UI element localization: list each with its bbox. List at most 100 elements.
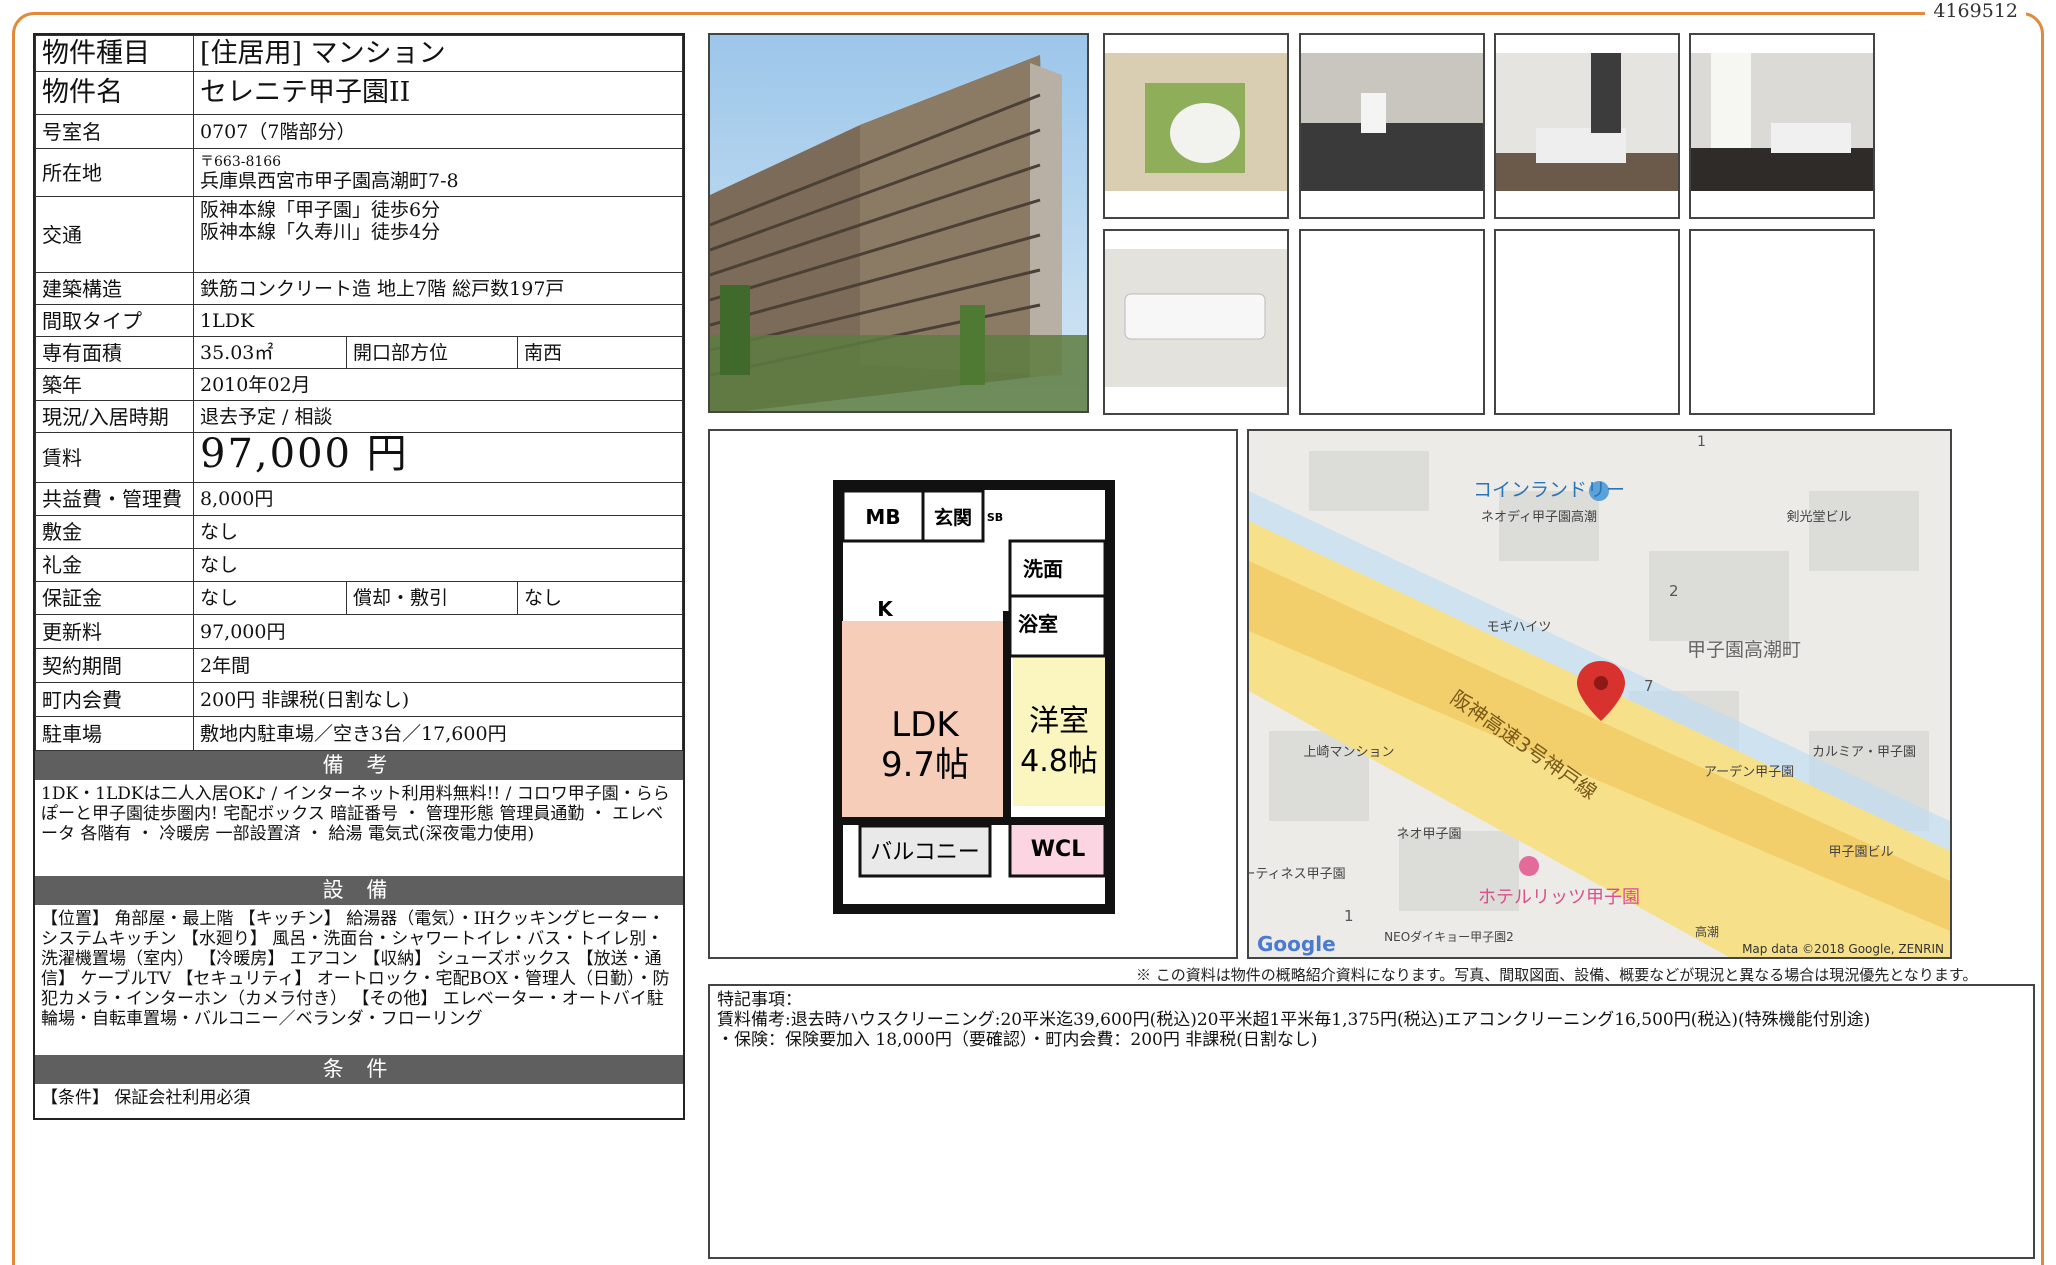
- map-arden: アーデン甲子園: [1704, 764, 1794, 780]
- room-value: 0707（7階部分）: [193, 114, 683, 149]
- photo-aircon: [1103, 229, 1289, 415]
- deposit-label: 敷金: [35, 515, 194, 549]
- structure-value: 鉄筋コンクリート造 地上7階 総戸数197戸: [193, 272, 683, 305]
- built-label: 築年: [35, 368, 194, 401]
- transit-line-1: 阪神本線「甲子園」徒歩6分: [200, 199, 441, 221]
- renewal-value: 97,000円: [193, 614, 683, 649]
- fp-genkan: 玄関: [934, 506, 972, 529]
- map-kamisaki: 上崎マンション: [1303, 745, 1394, 760]
- fp-mb: MB: [865, 505, 900, 529]
- fp-wcl: WCL: [1031, 837, 1085, 862]
- fp-youshitsu: 洋室: [1029, 704, 1089, 739]
- equipment-text: 【位置】 角部屋・最上階 【キッチン】 給湯器（電気）・IHクッキングヒーター・…: [41, 909, 670, 1029]
- parking-value: 敷地内駐車場／空き3台／17,600円: [193, 716, 683, 751]
- room-label: 号室名: [35, 114, 194, 149]
- fp-k: K: [877, 597, 894, 621]
- fp-senmen: 洗面: [1023, 557, 1063, 581]
- remarks-title: 特記事項：: [717, 990, 802, 1010]
- status-value: 退去予定 / 相談: [193, 400, 683, 433]
- photo-empty-1: [1299, 229, 1485, 415]
- spec-panel: 物件種目 [住居用] マンション 物件名 セレニテ甲子園II 号室名 0707（7階部…: [33, 33, 685, 1120]
- conditions-heading: 条 件: [35, 1055, 683, 1084]
- special-remarks: 特記事項： 賃料備考:退去時ハウスクリーニング:20平米迄39,600円(税込)…: [708, 984, 2035, 1259]
- map-mogi: モギハイツ: [1487, 620, 1552, 635]
- area-label: 専有面積: [35, 336, 194, 369]
- key-money-label: 礼金: [35, 548, 194, 582]
- rent-label: 賃料: [35, 432, 194, 483]
- fee-value: 8,000円: [193, 482, 683, 516]
- guarantee-value: なし: [193, 581, 347, 615]
- area-value: 35.03㎡: [193, 336, 347, 369]
- map-tinesu: ーティネス甲子園: [1249, 867, 1346, 882]
- direction-value: 南西: [517, 336, 683, 369]
- map-num-2: 2: [1669, 582, 1679, 600]
- transit-line-2: 阪神本線「久寿川」徒歩4分: [200, 221, 441, 243]
- guarantee-label: 保証金: [35, 581, 194, 615]
- postal-code: 〒663-8166: [200, 153, 282, 170]
- contract-value: 2年間: [193, 648, 683, 683]
- map-town: 甲子園高潮町: [1687, 639, 1801, 661]
- map-neo-koshien: ネオディ甲子園高潮: [1481, 509, 1597, 525]
- parking-label: 駐車場: [35, 716, 194, 751]
- conditions-text: 【条件】 保証会社利用必須: [41, 1088, 251, 1108]
- name-value: セレニテ甲子園II: [193, 71, 683, 115]
- direction-label: 開口部方位: [346, 336, 518, 369]
- building-photo: [708, 33, 1089, 413]
- deposit-value: なし: [193, 515, 683, 549]
- rent-value: 97,000 円: [200, 432, 409, 477]
- transit-label: 交通: [35, 196, 194, 273]
- photo-toilet: [1103, 33, 1289, 219]
- map-koshien-bldg: 甲子園ビル: [1828, 845, 1893, 860]
- built-value: 2010年02月: [193, 368, 683, 401]
- disclaimer: ※ この資料は物件の概略紹介資料になります。写真、間取図面、設備、概要などが現況…: [1136, 966, 1978, 984]
- photo-empty-2: [1494, 229, 1680, 415]
- map-kenkou: 剣光堂ビル: [1786, 510, 1851, 525]
- map-karumia: カルミア・甲子園: [1812, 745, 1916, 760]
- map-google-logo: Google: [1257, 932, 1336, 956]
- layout-label: 間取タイプ: [35, 304, 194, 337]
- address-value: 兵庫県西宮市甲子園高潮町7-8: [200, 169, 459, 192]
- photo-room: [1689, 33, 1875, 219]
- remarks-line-2: ・保険：保険要加入 18,000円（要確認）・町内会費：200円 非課税(日割な…: [717, 1030, 1318, 1050]
- fp-balcony: バルコニー: [870, 840, 980, 865]
- map-hotel: ホテルリッツ甲子園: [1478, 887, 1640, 908]
- equipment-heading: 設 備: [35, 876, 683, 905]
- amortization-label: 償却・敷引: [346, 581, 518, 615]
- notes-text: 1DK・1LDKは二人入居OK♪ / インターネット利用料無料!! / コロワ甲…: [41, 784, 670, 844]
- map-neodaikyo: NEOダイキョー甲子園2: [1384, 929, 1514, 944]
- map-num-1: 1: [1697, 434, 1706, 450]
- notes-heading: 備 考: [35, 751, 683, 780]
- address-label: 所在地: [35, 148, 194, 197]
- map-neo: ネオ甲子園: [1396, 827, 1461, 842]
- photo-living: [1494, 33, 1680, 219]
- renewal-label: 更新料: [35, 614, 194, 649]
- type-label: 物件種目: [35, 35, 194, 72]
- location-map: コインランドリー ネオディ甲子園高潮 剣光堂ビル 1 2 7 1 モギハイツ 甲…: [1247, 429, 1952, 959]
- fee-label: 共益費・管理費: [35, 482, 194, 516]
- name-label: 物件名: [35, 71, 194, 115]
- remarks-line-1: 賃料備考:退去時ハウスクリーニング:20平米迄39,600円(税込)20平米超1…: [717, 1010, 1871, 1030]
- document-id: 4169512: [1925, 0, 2026, 22]
- floor-plan: MB 玄関 SB 洗面 浴室 K LDK 9.7帖 洋室 4.8帖 バルコニー …: [708, 429, 1238, 959]
- map-attribution: Map data ©2018 Google, ZENRIN: [1742, 942, 1944, 956]
- fp-ldk-size: 9.7帖: [881, 745, 969, 785]
- town-fee-label: 町内会費: [35, 682, 194, 717]
- type-value: [住居用] マンション: [193, 35, 683, 72]
- amortization-value: なし: [517, 581, 683, 615]
- map-laundry: コインランドリー: [1473, 479, 1625, 501]
- town-fee-value: 200円 非課税(日割なし): [193, 682, 683, 717]
- fp-sb: SB: [987, 511, 1003, 524]
- key-money-value: なし: [193, 548, 683, 582]
- layout-value: 1LDK: [193, 304, 683, 337]
- status-label: 現況/入居時期: [35, 400, 194, 433]
- map-num-7: 7: [1644, 677, 1654, 695]
- structure-label: 建築構造: [35, 272, 194, 305]
- photo-empty-3: [1689, 229, 1875, 415]
- map-num-1b: 1: [1344, 907, 1354, 925]
- map-takashio: 高潮: [1695, 924, 1719, 939]
- fp-youshitsu-size: 4.8帖: [1020, 744, 1098, 779]
- fp-ldk: LDK: [891, 705, 960, 745]
- photo-kitchen: [1299, 33, 1485, 219]
- contract-label: 契約期間: [35, 648, 194, 683]
- fp-yoku: 浴室: [1018, 612, 1058, 636]
